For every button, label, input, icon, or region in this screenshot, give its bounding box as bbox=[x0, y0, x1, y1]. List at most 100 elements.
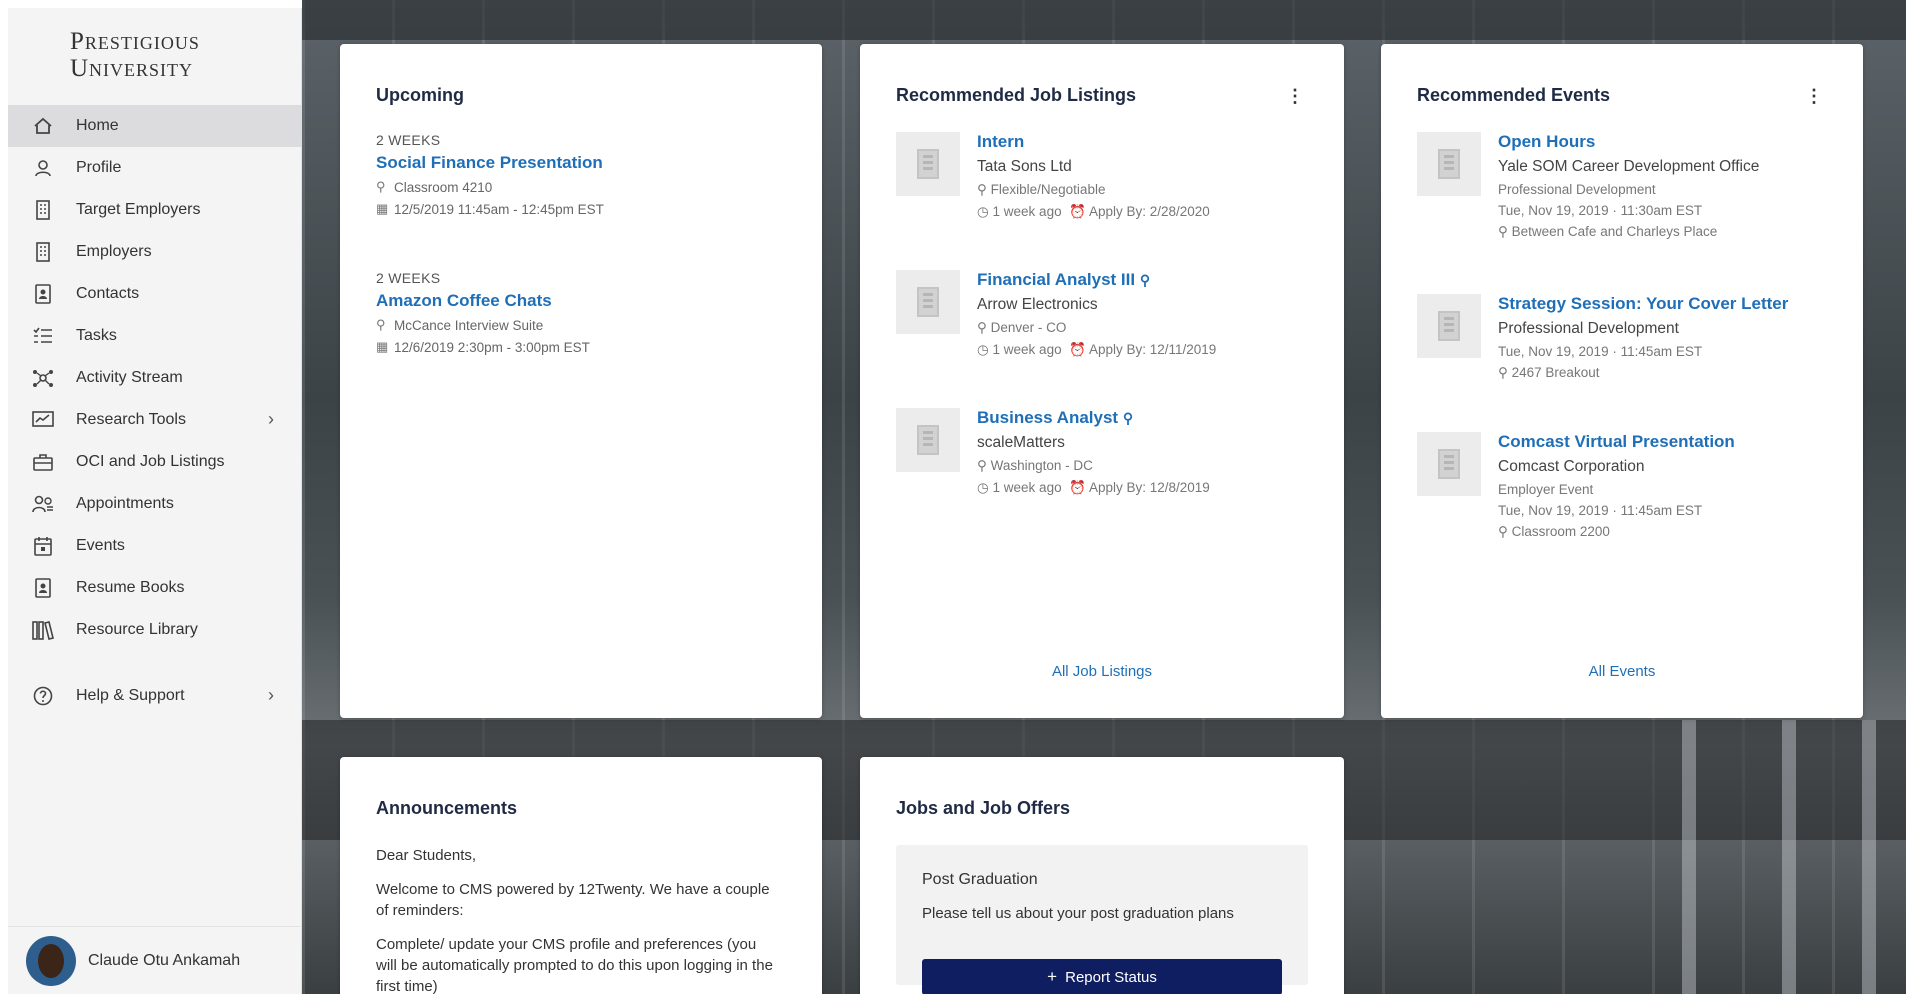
upcoming-item: 2 WEEKS Amazon Coffee Chats ⚲ McCance Int… bbox=[376, 270, 590, 355]
button-label: Report Status bbox=[1065, 968, 1157, 986]
announcement-paragraph: Dear Students, bbox=[376, 847, 477, 864]
location-text: 2467 Breakout bbox=[1511, 365, 1600, 380]
logo-line-1: Prestigious bbox=[70, 28, 200, 55]
post-graduation-box: Post Graduation Please tell us about you… bbox=[896, 845, 1308, 994]
sidebar-item-label: Appointments bbox=[76, 495, 174, 512]
sidebar-item-tasks[interactable]: Tasks bbox=[8, 315, 302, 357]
location-pin-icon: ⚲ bbox=[977, 320, 991, 335]
sidebar-item-profile[interactable]: Profile bbox=[8, 147, 302, 189]
apply-by-text: Apply By: 12/8/2019 bbox=[1088, 480, 1210, 495]
job-title-text: Business Analyst bbox=[977, 408, 1119, 427]
card-title: Announcements bbox=[376, 798, 518, 818]
events-card: Recommended Events ⋮ Open Hours Yale SOM… bbox=[1381, 44, 1863, 718]
task-list-icon bbox=[30, 325, 56, 347]
location-pin-icon: ⚲ bbox=[1498, 224, 1512, 239]
card-title: Upcoming bbox=[376, 85, 464, 105]
contact-card-icon bbox=[30, 283, 56, 305]
sidebar-item-oci-job-listings[interactable]: OCI and Job Listings bbox=[8, 441, 302, 483]
research-chart-icon bbox=[30, 409, 56, 431]
sidebar-item-target-employers[interactable]: Target Employers bbox=[8, 189, 302, 231]
user-profile[interactable]: Claude Otu Ankamah bbox=[8, 926, 302, 994]
sidebar-item-help-support[interactable]: Help & Support › bbox=[8, 675, 302, 717]
more-options-icon[interactable]: ⋮ bbox=[1286, 86, 1304, 107]
sidebar-item-events[interactable]: Events bbox=[8, 525, 302, 567]
job-title-link[interactable]: Financial Analyst III ⚲ bbox=[977, 270, 1337, 290]
calendar-icon: ▦ bbox=[376, 339, 389, 354]
report-status-button[interactable]: + Report Status bbox=[922, 959, 1282, 994]
building-icon bbox=[1438, 449, 1460, 479]
job-title-link[interactable]: Intern bbox=[977, 132, 1337, 152]
chevron-right-icon: › bbox=[268, 685, 274, 705]
organizer-logo bbox=[1417, 132, 1481, 196]
announcements-card: Announcements Dear Students, Welcome to … bbox=[340, 757, 822, 994]
event-title-link[interactable]: Strategy Session: Your Cover Letter bbox=[1498, 294, 1858, 314]
building-icon bbox=[1438, 311, 1460, 341]
event-type: Professional Development bbox=[1498, 182, 1656, 197]
sidebar-item-employers[interactable]: Employers bbox=[8, 231, 302, 273]
organizer-logo bbox=[1417, 294, 1481, 358]
job-dates: ◷ 1 week ago ⏰ Apply By: 2/28/2020 bbox=[977, 204, 1337, 220]
card-title: Jobs and Job Offers bbox=[896, 798, 1071, 818]
sidebar-item-label: Activity Stream bbox=[76, 369, 183, 386]
building-icon bbox=[30, 241, 56, 263]
employer-logo bbox=[896, 408, 960, 472]
location-text: McCance Interview Suite bbox=[394, 317, 544, 333]
upcoming-title-link[interactable]: Amazon Coffee Chats bbox=[376, 291, 590, 311]
event-organizer: Comcast Corporation bbox=[1498, 458, 1645, 475]
event-datetime: Tue, Nov 19, 2019 · 11:30am EST bbox=[1498, 203, 1703, 218]
event-title-link[interactable]: Open Hours bbox=[1498, 132, 1858, 152]
job-location: ⚲ Flexible/Negotiable bbox=[977, 182, 1337, 198]
calendar-icon: ▦ bbox=[376, 201, 389, 216]
card-title: Recommended Job Listings bbox=[896, 85, 1137, 105]
posted-text: 1 week ago bbox=[992, 342, 1062, 357]
event-datetime: Tue, Nov 19, 2019 · 11:45am EST bbox=[1498, 344, 1703, 359]
upcoming-when: 2 WEEKS bbox=[376, 132, 441, 148]
apply-by-text: Apply By: 12/11/2019 bbox=[1088, 342, 1217, 357]
sidebar-item-label: Target Employers bbox=[76, 201, 201, 218]
people-icon bbox=[30, 493, 56, 515]
sidebar-item-label: Profile bbox=[76, 159, 122, 176]
sidebar-item-home[interactable]: Home bbox=[8, 105, 302, 147]
sidebar-item-appointments[interactable]: Appointments bbox=[8, 483, 302, 525]
logo-line-2: University bbox=[70, 55, 194, 82]
event-title-link[interactable]: Comcast Virtual Presentation bbox=[1498, 432, 1858, 452]
upcoming-datetime: ▦ 12/5/2019 11:45am - 12:45pm EST bbox=[376, 201, 604, 217]
sidebar-item-activity-stream[interactable]: Activity Stream bbox=[8, 357, 302, 399]
job-company: Arrow Electronics bbox=[977, 296, 1098, 313]
upcoming-title-link[interactable]: Social Finance Presentation bbox=[376, 153, 604, 173]
calendar-icon bbox=[30, 535, 56, 557]
more-options-icon[interactable]: ⋮ bbox=[1805, 86, 1823, 107]
job-title-link[interactable]: Business Analyst ⚲ bbox=[977, 408, 1337, 428]
location-pin-icon: ⚲ bbox=[1139, 272, 1151, 288]
building-icon bbox=[917, 149, 939, 179]
job-location: ⚲ Washington - DC bbox=[977, 458, 1337, 474]
apply-by-text: Apply By: 2/28/2020 bbox=[1088, 204, 1210, 219]
sidebar-item-resume-books[interactable]: Resume Books bbox=[8, 567, 302, 609]
clock-icon: ◷ bbox=[977, 204, 993, 219]
avatar bbox=[26, 935, 76, 986]
sidebar-nav: Home Profile Target Employers Employers … bbox=[8, 105, 302, 717]
job-offers-card: Jobs and Job Offers Post Graduation Plea… bbox=[860, 757, 1344, 994]
job-dates: ◷ 1 week ago ⏰ Apply By: 12/8/2019 bbox=[977, 480, 1337, 496]
sidebar-item-label: Research Tools bbox=[76, 411, 186, 428]
alarm-icon: ⏰ bbox=[1069, 480, 1089, 495]
announcement-paragraph: Complete/ update your CMS profile and pr… bbox=[376, 936, 773, 994]
person-icon bbox=[30, 157, 56, 179]
posted-text: 1 week ago bbox=[992, 204, 1062, 219]
sidebar-item-resource-library[interactable]: Resource Library bbox=[8, 609, 302, 651]
alarm-icon: ⏰ bbox=[1069, 204, 1089, 219]
briefcase-icon bbox=[30, 451, 56, 473]
sidebar-item-research-tools[interactable]: Research Tools › bbox=[8, 399, 302, 441]
job-location: ⚲ Denver - CO bbox=[977, 320, 1337, 336]
plus-icon: + bbox=[1047, 967, 1058, 986]
all-job-listings-link[interactable]: All Job Listings bbox=[860, 663, 1344, 680]
clock-icon: ◷ bbox=[977, 342, 993, 357]
alarm-icon: ⏰ bbox=[1069, 342, 1089, 357]
all-events-link[interactable]: All Events bbox=[1381, 663, 1863, 680]
help-circle-icon bbox=[30, 685, 56, 707]
sidebar-item-contacts[interactable]: Contacts bbox=[8, 273, 302, 315]
location-text: Washington - DC bbox=[990, 458, 1093, 473]
university-logo[interactable]: Prestigious University bbox=[70, 28, 200, 82]
location-text: Classroom 2200 bbox=[1511, 524, 1610, 539]
